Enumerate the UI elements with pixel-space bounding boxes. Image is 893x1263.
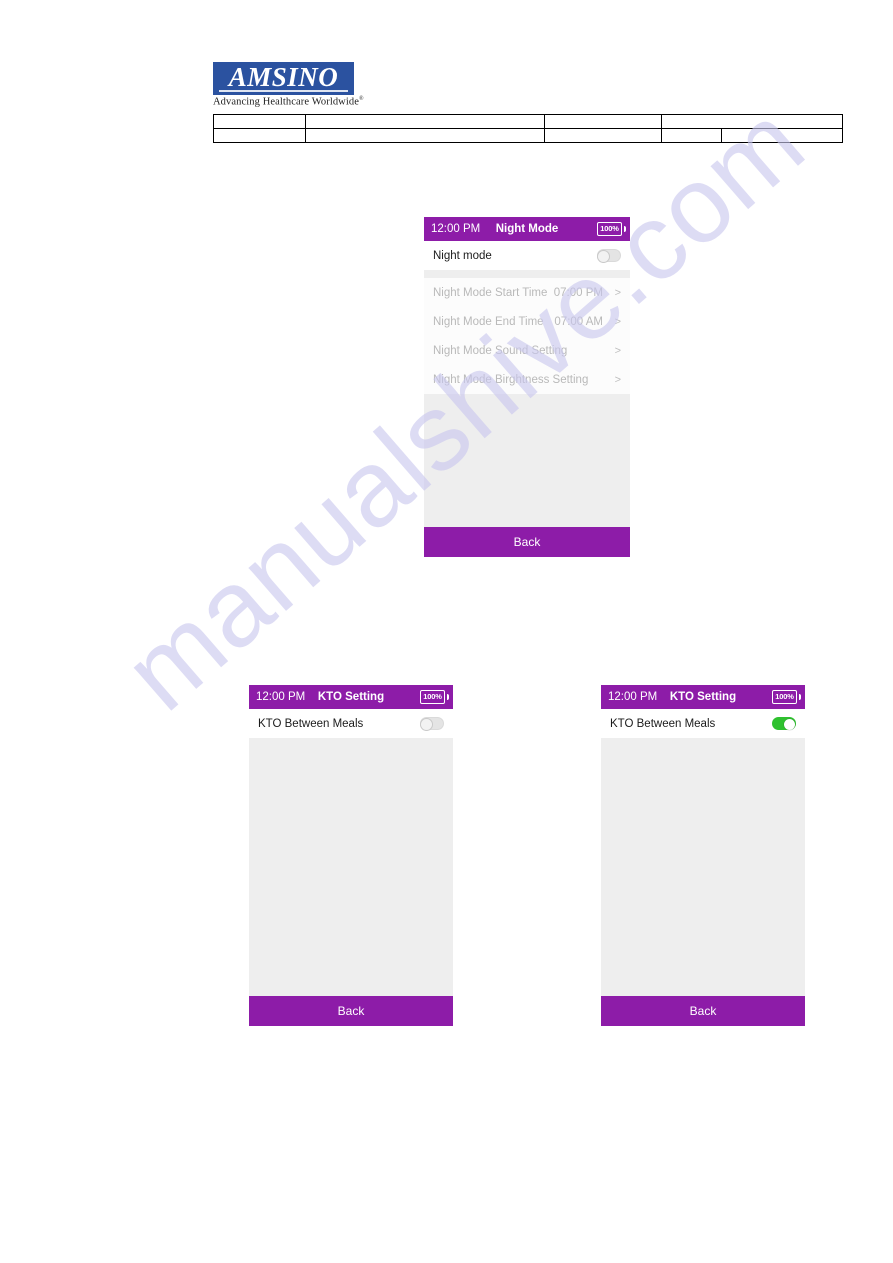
row-night-mode-sound-setting[interactable]: Night Mode Sound Setting > bbox=[424, 336, 630, 365]
row-night-mode-end-time[interactable]: Night Mode End Time 07:00 AM > bbox=[424, 307, 630, 336]
battery-icon: 100% bbox=[420, 690, 445, 704]
battery-nub-icon bbox=[446, 694, 449, 700]
screen-body-empty-area bbox=[249, 738, 453, 996]
row-value: 07:00 PM bbox=[553, 286, 603, 299]
table-row bbox=[212, 114, 844, 129]
row-label: Night Mode Sound Setting bbox=[433, 344, 568, 357]
table-cell bbox=[305, 128, 545, 143]
row-kto-between-meals[interactable]: KTO Between Meals bbox=[601, 709, 805, 738]
logo-mark: AMSINO bbox=[213, 62, 354, 95]
logo-tagline-text: Advancing Healthcare Worldwide bbox=[213, 96, 359, 108]
battery-label: 100% bbox=[423, 692, 442, 702]
table-cell bbox=[721, 128, 843, 143]
row-label: KTO Between Meals bbox=[258, 717, 364, 730]
battery-nub-icon bbox=[798, 694, 801, 700]
chevron-right-icon: > bbox=[614, 315, 621, 328]
row-value: 07:00 AM bbox=[554, 315, 603, 328]
table-cell bbox=[212, 128, 307, 143]
phone-screen-kto-setting-off: 12:00 PM KTO Setting 100% KTO Between Me… bbox=[249, 685, 453, 1026]
night-mode-toggle[interactable] bbox=[597, 249, 621, 262]
back-button[interactable]: Back bbox=[424, 527, 630, 557]
row-label: KTO Between Meals bbox=[610, 717, 716, 730]
back-button[interactable]: Back bbox=[601, 996, 805, 1026]
row-label: Night Mode End Time bbox=[433, 315, 544, 328]
screen-body-empty-area bbox=[424, 394, 630, 527]
status-bar: 12:00 PM KTO Setting 100% bbox=[601, 685, 805, 709]
kto-between-meals-toggle[interactable] bbox=[420, 717, 444, 730]
toggle-knob bbox=[598, 251, 609, 262]
chevron-right-icon: > bbox=[614, 286, 621, 299]
table-cell bbox=[212, 114, 307, 129]
night-mode-settings-card: Night Mode Start Time 07:00 PM > Night M… bbox=[424, 278, 630, 394]
document-header-table bbox=[212, 114, 844, 143]
row-label: Night mode bbox=[433, 249, 492, 262]
row-label: Night Mode Start Time bbox=[433, 286, 548, 299]
amsino-logo: AMSINO Advancing Healthcare Worldwide® bbox=[213, 62, 364, 108]
back-button[interactable]: Back bbox=[249, 996, 453, 1026]
table-cell bbox=[660, 114, 844, 129]
row-kto-between-meals[interactable]: KTO Between Meals bbox=[249, 709, 453, 738]
row-night-mode-toggle[interactable]: Night mode bbox=[424, 241, 630, 270]
row-label: Night Mode Birghtness Setting bbox=[433, 373, 589, 386]
battery-nub-icon bbox=[623, 226, 626, 232]
section-gap bbox=[424, 270, 630, 278]
logo-underbar bbox=[219, 90, 348, 92]
row-night-mode-start-time[interactable]: Night Mode Start Time 07:00 PM > bbox=[424, 278, 630, 307]
status-bar: 12:00 PM KTO Setting 100% bbox=[249, 685, 453, 709]
primary-toggle-card: KTO Between Meals bbox=[249, 709, 453, 738]
logo-tagline: Advancing Healthcare Worldwide® bbox=[213, 96, 364, 108]
registered-mark-icon: ® bbox=[359, 96, 364, 102]
battery-label: 100% bbox=[775, 692, 794, 702]
chevron-right-icon: > bbox=[614, 344, 621, 357]
primary-toggle-card: Night mode bbox=[424, 241, 630, 270]
table-cell bbox=[543, 114, 662, 129]
toggle-knob bbox=[784, 719, 795, 730]
battery-label: 100% bbox=[600, 224, 619, 234]
table-row bbox=[212, 128, 843, 143]
table-cell bbox=[660, 128, 723, 143]
table-cell bbox=[305, 114, 545, 129]
kto-between-meals-toggle[interactable] bbox=[772, 717, 796, 730]
chevron-right-icon: > bbox=[614, 373, 621, 386]
table-cell bbox=[543, 128, 662, 143]
battery-icon: 100% bbox=[772, 690, 797, 704]
phone-screen-night-mode: 12:00 PM Night Mode 100% Night mode Nigh… bbox=[424, 217, 630, 557]
primary-toggle-card: KTO Between Meals bbox=[601, 709, 805, 738]
status-bar: 12:00 PM Night Mode 100% bbox=[424, 217, 630, 241]
toggle-knob bbox=[421, 719, 432, 730]
row-night-mode-brightness-setting[interactable]: Night Mode Birghtness Setting > bbox=[424, 365, 630, 394]
battery-icon: 100% bbox=[597, 222, 622, 236]
screen-body-empty-area bbox=[601, 738, 805, 996]
phone-screen-kto-setting-on: 12:00 PM KTO Setting 100% KTO Between Me… bbox=[601, 685, 805, 1026]
